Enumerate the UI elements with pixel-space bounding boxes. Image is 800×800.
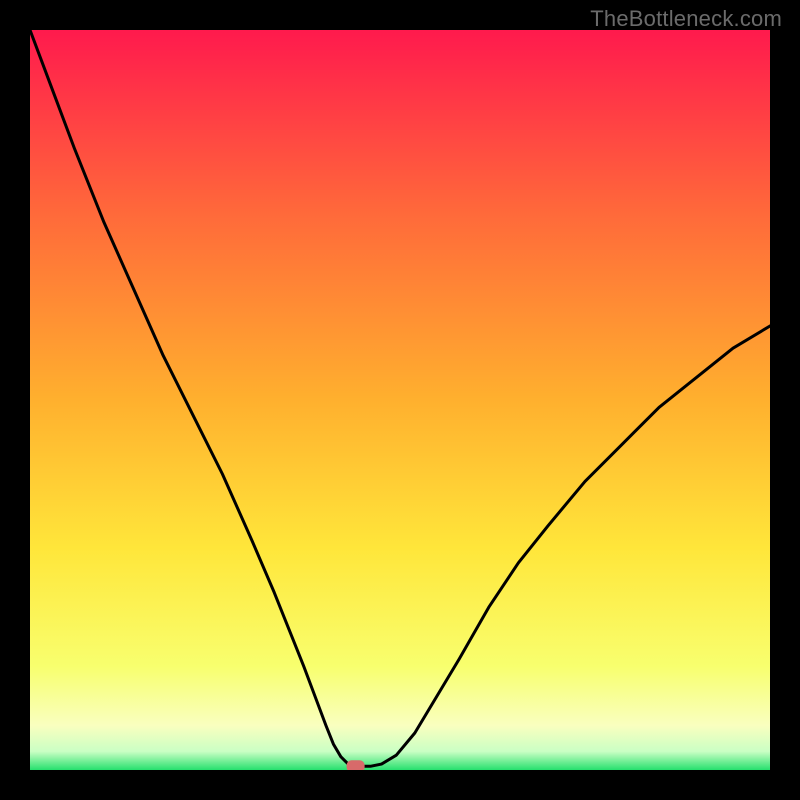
chart-plot-area	[30, 30, 770, 770]
optimal-point	[347, 760, 365, 770]
watermark-text: TheBottleneck.com	[590, 6, 782, 32]
chart-frame: TheBottleneck.com	[0, 0, 800, 800]
chart-svg	[30, 30, 770, 770]
markers	[347, 760, 365, 770]
gradient-background	[30, 30, 770, 770]
